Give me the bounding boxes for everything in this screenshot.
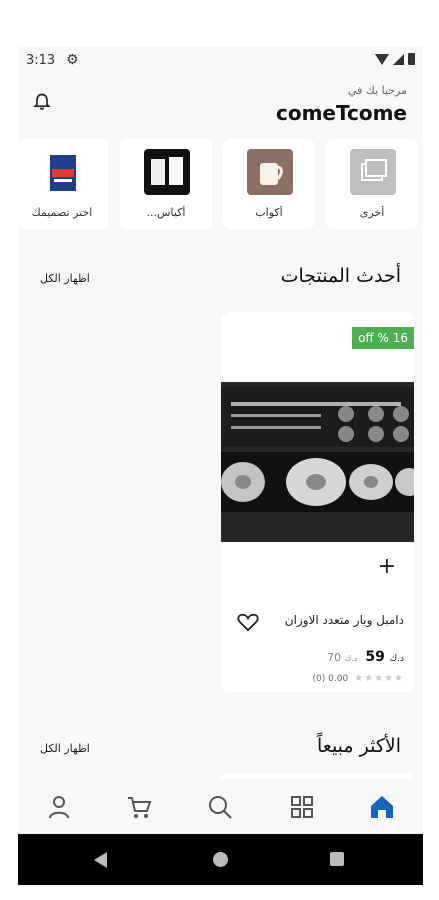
- price-row: د.ك 59 د.ك 70: [327, 649, 404, 665]
- category-other[interactable]: أخرى: [326, 139, 418, 229]
- system-navigation-bar: [18, 834, 423, 885]
- brand-title: comeTcome: [276, 101, 407, 125]
- gallery-placeholder-icon: [350, 149, 396, 195]
- categories-grid-icon[interactable]: [288, 793, 316, 821]
- home-circle-icon[interactable]: [213, 852, 228, 867]
- category-label: اختر تصميمك: [31, 206, 93, 219]
- old-price: د.ك 70: [327, 651, 357, 664]
- signal-icon: [393, 53, 404, 65]
- bottom-navigation: [18, 779, 423, 834]
- category-bags[interactable]: أكياس...: [120, 139, 212, 229]
- design-bag-image: [40, 149, 86, 195]
- rating-stars: ★★★★★: [354, 673, 404, 684]
- profile-icon[interactable]: [45, 793, 73, 821]
- latest-show-all-link[interactable]: اظهار الكل: [40, 272, 90, 285]
- product-image: [221, 382, 414, 542]
- status-icons: [375, 53, 415, 65]
- rating-row: (0) 0.00 ★★★★★: [313, 673, 404, 684]
- back-icon[interactable]: [94, 852, 107, 868]
- welcome-text: مرحبا بك في: [347, 84, 407, 97]
- rating-text: (0) 0.00: [312, 673, 349, 684]
- app-screen: 3:13 ⚙ مرحبا بك في comeTcome أخرى أكواب …: [18, 47, 423, 885]
- product-card[interactable]: off % 16 + دامبل وبار متعدد الاوزان د.ك …: [221, 312, 414, 692]
- settings-gear-icon: ⚙: [66, 52, 79, 68]
- recent-apps-icon[interactable]: [330, 852, 344, 866]
- battery-icon: [408, 53, 415, 65]
- category-label: أكياس...: [146, 206, 186, 219]
- app-header: مرحبا بك في comeTcome: [18, 77, 423, 132]
- old-price-value: 70: [327, 651, 342, 664]
- category-list: أخرى أكواب أكياس... اختر تصميمك: [18, 139, 423, 231]
- status-bar: 3:13 ⚙: [18, 47, 423, 75]
- home-icon[interactable]: [368, 793, 396, 821]
- bell-icon[interactable]: [32, 91, 52, 113]
- category-label: أكواب: [255, 206, 283, 219]
- add-to-cart-plus-icon[interactable]: +: [378, 554, 396, 579]
- category-label: أخرى: [359, 206, 385, 219]
- cart-icon[interactable]: [125, 793, 153, 821]
- product-name: دامبل وبار متعدد الاوزان: [284, 613, 404, 627]
- bestsellers-title: الأكثر مبيعاً: [316, 735, 401, 757]
- status-time: 3:13: [26, 53, 56, 68]
- category-custom-design[interactable]: اختر تصميمك: [18, 139, 108, 229]
- bags-image: [144, 149, 190, 195]
- old-currency-label: د.ك: [344, 654, 358, 663]
- discount-badge: off % 16: [352, 327, 414, 349]
- latest-products-title: أحدث المنتجات: [280, 265, 401, 287]
- price-value: 59: [365, 649, 385, 665]
- wifi-icon: [375, 53, 389, 65]
- search-icon[interactable]: [206, 793, 234, 821]
- bestsellers-show-all-link[interactable]: اظهار الكل: [40, 742, 90, 755]
- cup-image: [247, 149, 293, 195]
- current-price: د.ك 59: [365, 649, 404, 665]
- category-cups[interactable]: أكواب: [223, 139, 315, 229]
- currency-label: د.ك: [389, 654, 404, 664]
- favorite-heart-icon[interactable]: [237, 612, 259, 632]
